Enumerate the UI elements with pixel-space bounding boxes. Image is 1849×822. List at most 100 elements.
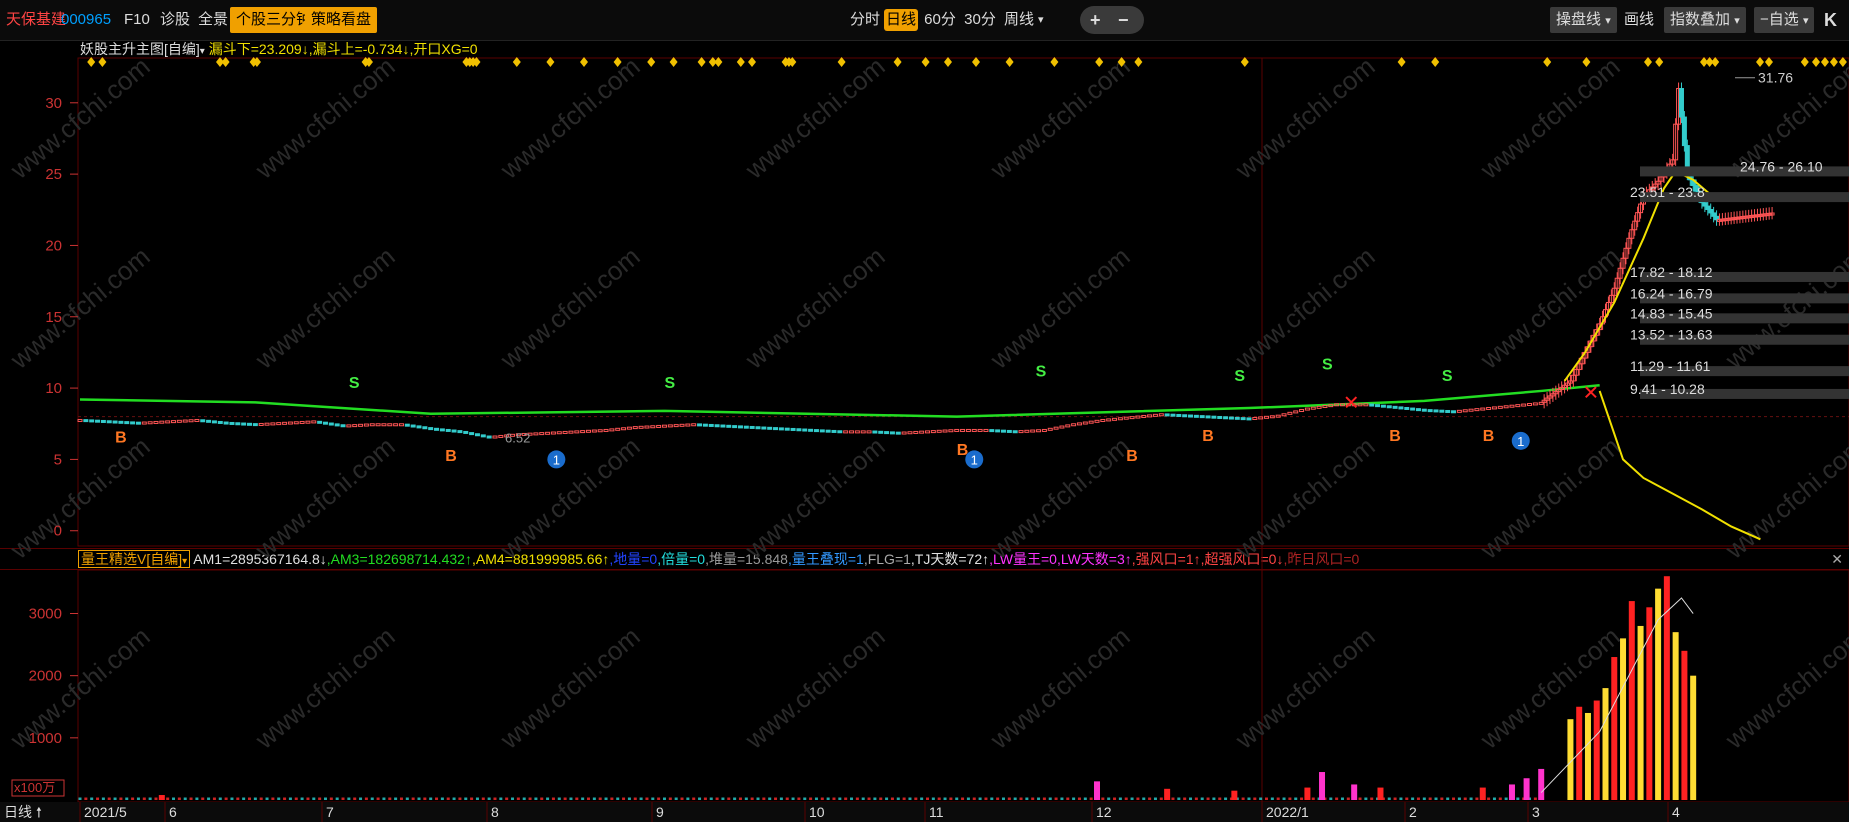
volume-bar [236, 797, 240, 800]
candle [691, 423, 697, 427]
volume-bar [207, 797, 211, 800]
volume-bar [996, 797, 1000, 800]
candle [439, 428, 445, 432]
candle [778, 427, 784, 431]
candle [100, 419, 106, 423]
candle [615, 427, 621, 431]
candle [533, 432, 539, 436]
candle [907, 431, 913, 435]
candle [211, 420, 217, 424]
candle [1094, 419, 1100, 423]
volume-bar [464, 797, 468, 800]
volume-bar [774, 797, 778, 800]
candle [375, 423, 381, 427]
period-label: 日线 🠕 [4, 804, 42, 820]
candle [434, 427, 440, 431]
candle [124, 421, 130, 425]
y-tick-label: 10 [45, 380, 62, 397]
price-chart[interactable]: www.cfchi.com www.cfchi.com www.cfchi.com w… [0, 0, 1849, 822]
volume-bar [136, 797, 140, 800]
buy-signal: B [445, 448, 457, 465]
volume-bar [569, 797, 573, 800]
volume-bar [592, 797, 596, 800]
watermark-text: www.cfchi.com [984, 51, 1136, 185]
price-level-label: 13.52 - 13.63 [1630, 327, 1713, 343]
candle [1024, 429, 1030, 433]
volume-bar [154, 797, 158, 800]
volume-bar [1025, 797, 1029, 800]
date-label: 4 [1672, 804, 1680, 820]
watermark-text: www.cfchi.com [1474, 51, 1626, 185]
candle [603, 428, 609, 432]
volume-bar [376, 797, 380, 800]
volume-bar [1508, 784, 1515, 800]
candle [1456, 409, 1462, 413]
volume-bar [248, 797, 251, 800]
date-label: 11 [929, 804, 944, 820]
volume-bar [382, 797, 386, 800]
volume-bar [1200, 797, 1204, 800]
watermark-text: www.cfchi.com [1719, 621, 1849, 755]
volume-bar [1405, 797, 1409, 800]
volume-bar [511, 797, 515, 800]
candle [697, 423, 703, 427]
date-label: 12 [1096, 804, 1112, 820]
volume-bar [931, 797, 935, 800]
candle [171, 420, 177, 424]
watermark-text: www.cfchi.com [984, 431, 1136, 565]
volume-bar [966, 797, 970, 800]
volume-bar [587, 797, 590, 800]
volume-bar [1523, 778, 1530, 800]
candle [1369, 403, 1375, 407]
volume-bar [119, 797, 123, 800]
volume-bar [253, 797, 257, 800]
volume-bar [1533, 797, 1537, 800]
volume-bar [1346, 797, 1350, 800]
candle [837, 430, 843, 434]
volume-bar [779, 797, 783, 800]
sell-signal: S [1322, 357, 1333, 374]
candle [1380, 404, 1386, 408]
candle [270, 422, 276, 426]
volume-bar [914, 797, 918, 800]
volume-bar [762, 797, 766, 800]
volume-bar [528, 797, 532, 800]
volume-bar [1498, 797, 1502, 800]
volume-bar [1159, 797, 1163, 800]
volume-bar [458, 797, 462, 800]
candle [159, 420, 165, 424]
volume-bar [224, 797, 228, 800]
volume-bar [446, 797, 450, 800]
volume-bar [1013, 797, 1017, 800]
buy-signal: B [1202, 428, 1214, 445]
watermark-text: www.cfchi.com [984, 621, 1136, 755]
candle [363, 423, 369, 427]
candle [1182, 414, 1188, 418]
candle [965, 428, 971, 432]
volume-bar [908, 797, 912, 800]
volume-bar [639, 797, 643, 800]
candle [1527, 402, 1533, 406]
volume-bar [768, 797, 772, 800]
volume-bar [1001, 797, 1005, 800]
candle [1299, 408, 1305, 412]
candle [369, 423, 375, 427]
volume-bar [920, 797, 924, 800]
date-label: 2021/5 [84, 804, 127, 820]
volume-bar [674, 797, 678, 800]
candle [1252, 416, 1258, 420]
volume-bar [955, 797, 959, 800]
marker-number: 1 [1517, 434, 1524, 449]
volume-bar [1282, 797, 1286, 800]
candle [299, 420, 305, 424]
volume-bar [440, 797, 444, 800]
volume-bar [926, 797, 929, 800]
candle [112, 420, 118, 424]
candle [1211, 415, 1217, 419]
volume-bar [1446, 797, 1450, 800]
candle [936, 429, 942, 433]
volume-bar [1319, 772, 1326, 800]
candle [1392, 405, 1398, 409]
volume-bar [803, 797, 807, 800]
volume-bar [475, 797, 479, 800]
